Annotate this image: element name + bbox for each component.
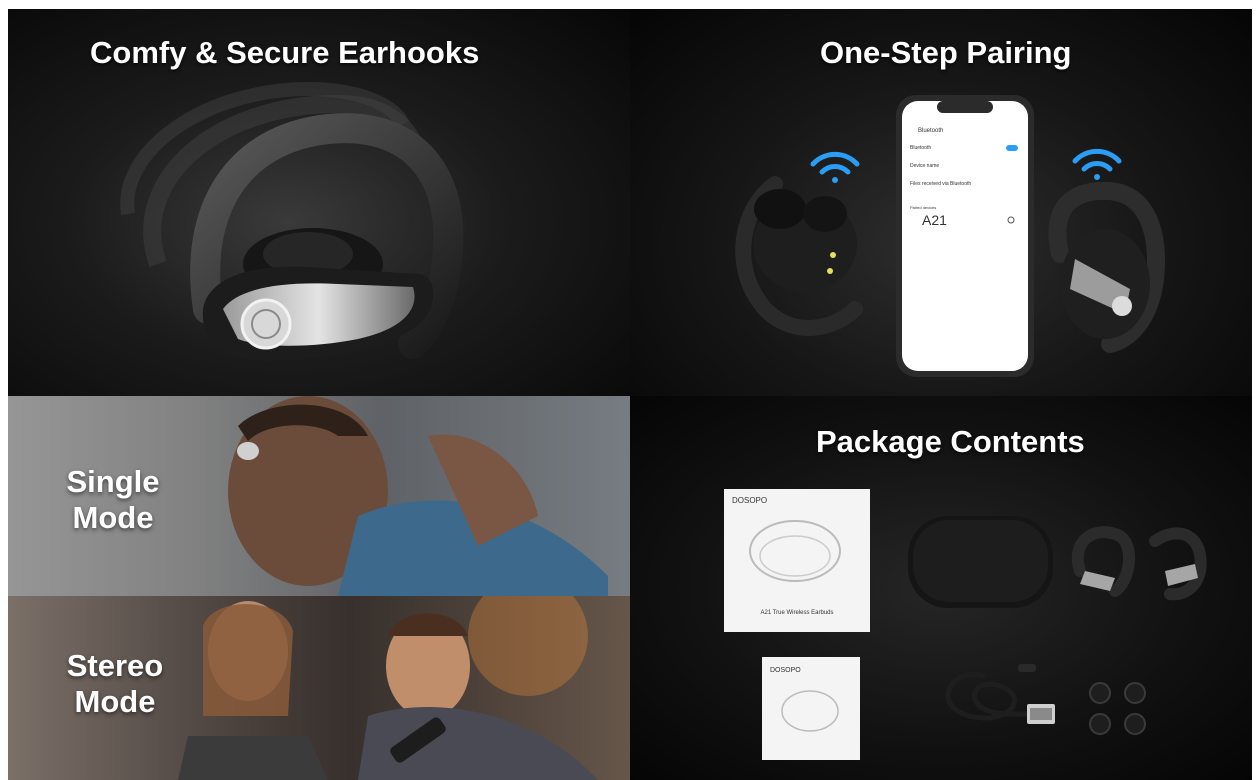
wifi-signal-icon-left bbox=[810, 151, 860, 183]
single-mode-label: Single Mode bbox=[53, 464, 173, 536]
package-contents-illustration: DOSOPO A21 True Wireless Earbuds DOSOPO bbox=[724, 489, 1207, 760]
pairing-panel: One-Step Pairing Bluetooth Bluetooth Dev… bbox=[630, 9, 1252, 396]
stereo-mode-label: Stereo Mode bbox=[50, 648, 180, 720]
wifi-signal-icon-right bbox=[1072, 148, 1122, 180]
pairing-illustration: Bluetooth Bluetooth Device name Files re… bbox=[735, 95, 1165, 377]
single-mode-line2: Mode bbox=[72, 500, 154, 535]
user-manual-image: DOSOPO bbox=[762, 657, 860, 760]
earbuds-pair-image bbox=[1071, 526, 1207, 601]
single-mode-panel: Single Mode bbox=[8, 396, 630, 596]
right-earbud-image bbox=[1048, 181, 1165, 353]
package-contents-panel: Package Contents DOSOPO A21 True Wireles… bbox=[630, 396, 1252, 780]
box-brand-text: DOSOPO bbox=[732, 496, 767, 505]
left-earbud-image bbox=[735, 176, 863, 336]
phone-row-device-name: Device name bbox=[910, 163, 939, 169]
phone-row-files: Files received via Bluetooth bbox=[910, 181, 971, 187]
charging-case-image bbox=[908, 516, 1053, 608]
phone-row-bluetooth: Bluetooth bbox=[910, 145, 931, 151]
phone-section-label: Paired devices bbox=[910, 205, 936, 210]
earhooks-panel: Comfy & Secure Earhooks bbox=[8, 9, 630, 396]
manual-brand-text: DOSOPO bbox=[770, 667, 801, 674]
phone-paired-device: A21 bbox=[922, 212, 947, 228]
bluetooth-toggle-icon bbox=[1006, 145, 1018, 151]
retail-box-image: DOSOPO A21 True Wireless Earbuds bbox=[724, 489, 870, 632]
stereo-mode-line1: Stereo bbox=[66, 648, 164, 683]
usb-cable-image bbox=[945, 664, 1055, 724]
single-mode-line1: Single bbox=[66, 464, 160, 499]
box-caption-text: A21 True Wireless Earbuds bbox=[760, 610, 833, 616]
product-image-collage: Comfy & Secure Earhooks One-Step Pairing… bbox=[8, 9, 1252, 780]
stereo-mode-line2: Mode bbox=[74, 684, 156, 719]
phone-bluetooth-header: Bluetooth bbox=[918, 128, 943, 134]
earbud-closeup-illustration bbox=[120, 81, 464, 362]
smartphone-image: Bluetooth Bluetooth Device name Files re… bbox=[896, 95, 1034, 377]
ear-tips-image bbox=[1089, 682, 1146, 735]
stereo-mode-panel: Stereo Mode bbox=[8, 596, 630, 780]
